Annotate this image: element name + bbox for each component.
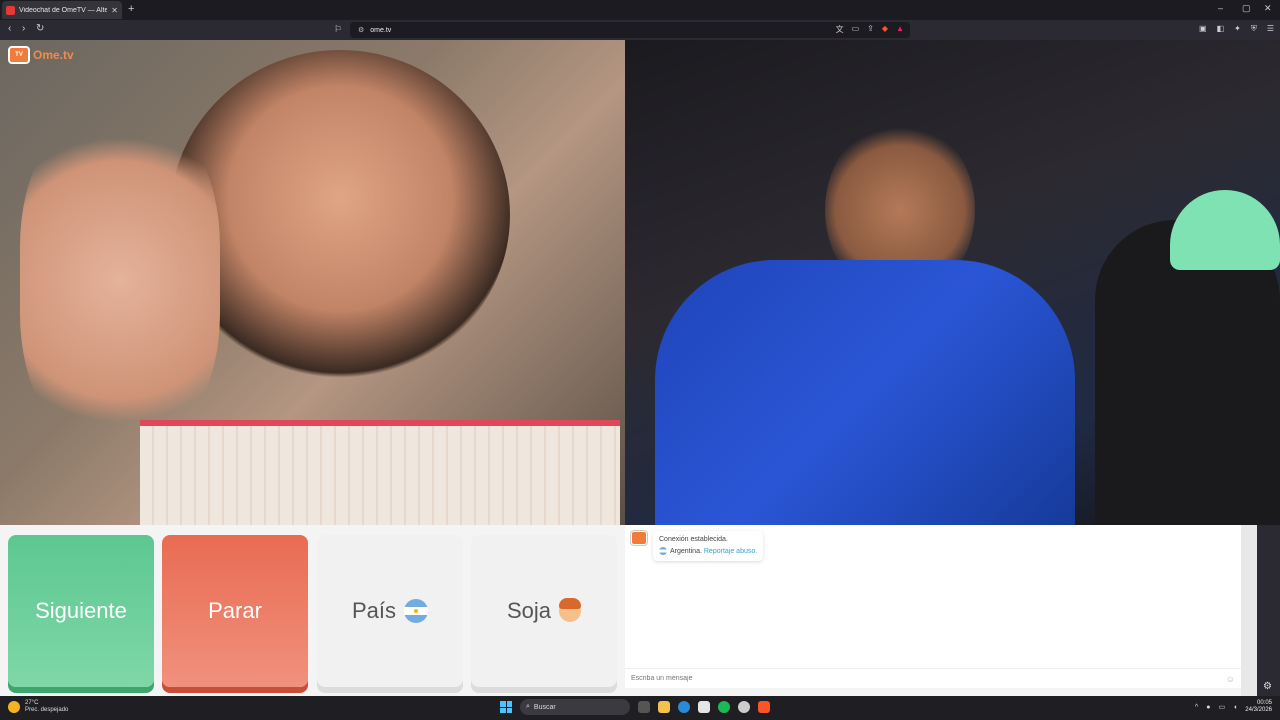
forward-icon[interactable]: › xyxy=(22,23,25,34)
tray-chevron-icon[interactable]: ^ xyxy=(1195,704,1198,711)
extensions-icon[interactable]: ✦ xyxy=(1234,24,1241,34)
connection-status: Conexión establecida. xyxy=(659,536,728,543)
search-icon: ⌕ xyxy=(526,703,530,710)
brave-rewards-icon[interactable]: ▲ xyxy=(896,24,904,35)
stranger-clothing xyxy=(140,420,620,525)
spotify-icon[interactable] xyxy=(718,701,730,713)
browser-nav-bar: ‹ › ↻ ⚐ ⚙ ome.tv 文 ▭ ⇪ ◆ ▲ ▣ ◧ ✦ ⛨ ☰ xyxy=(0,20,1280,40)
stranger-face xyxy=(170,50,510,380)
country-label: País xyxy=(351,598,397,623)
argentina-flag-icon xyxy=(659,547,667,556)
time: 00:05 xyxy=(1256,700,1272,706)
boy-emoji-icon xyxy=(559,598,582,622)
weather-widget[interactable]: 27°C Prec. despejado xyxy=(8,700,68,714)
stop-label: Parar xyxy=(208,598,262,623)
url-text: ome.tv xyxy=(370,26,392,34)
country-filter-button[interactable]: País xyxy=(317,535,463,687)
brave-icon[interactable] xyxy=(758,701,770,713)
ometv-page: TV Ome.tv Siguiente Parar País Soja Cone… xyxy=(0,40,1280,696)
settings-gear-icon[interactable]: ⚙ xyxy=(1263,681,1272,692)
self-jersey xyxy=(655,260,1075,525)
stop-button[interactable]: Parar xyxy=(162,535,308,687)
weather-text: Prec. despejado xyxy=(25,707,69,713)
new-tab-button[interactable]: + xyxy=(128,3,134,15)
system-message: Conexión establecida. Argentina. Reporta… xyxy=(631,531,764,561)
address-bar[interactable]: ⚐ ⚙ ome.tv 文 ▭ ⇪ ◆ ▲ xyxy=(334,22,910,38)
stranger-hand xyxy=(20,110,220,450)
windows-taskbar: 27°C Prec. despejado ⌕ Buscar ^ ● ▭ ◖ 00… xyxy=(0,696,1280,720)
emoji-icon[interactable]: ☺ xyxy=(1226,674,1235,684)
sun-icon xyxy=(8,701,20,713)
site-info-icon[interactable]: ⚙ xyxy=(358,26,364,34)
sidebar-icon[interactable]: ◧ xyxy=(1217,24,1225,34)
network-icon[interactable]: ▭ xyxy=(1218,703,1225,711)
file-explorer-icon[interactable] xyxy=(658,701,670,713)
logo-text: Ome.tv xyxy=(33,48,74,62)
vpn-icon[interactable]: ⛨ xyxy=(1251,24,1257,34)
taskbar-search[interactable]: ⌕ Buscar xyxy=(520,699,630,715)
self-video xyxy=(625,40,1280,525)
argentina-flag-icon xyxy=(404,599,429,623)
clock[interactable]: 00:05 24/3/2026 xyxy=(1245,700,1272,714)
stranger-country: Argentina. xyxy=(670,548,702,555)
microphone-icon[interactable]: ● xyxy=(1206,704,1210,711)
next-label: Siguiente xyxy=(35,598,127,623)
tab-title: Videochat de OmeTV — Alte xyxy=(19,6,108,14)
temperature: 27°C xyxy=(25,700,39,706)
close-window-icon[interactable]: ✕ xyxy=(1264,3,1272,14)
cast-icon[interactable]: ▭ xyxy=(852,24,860,35)
edge-icon[interactable] xyxy=(678,701,690,713)
scrollbar[interactable] xyxy=(1241,525,1257,696)
stranger-video: TV Ome.tv xyxy=(0,40,625,525)
share-icon[interactable]: ⇪ xyxy=(867,24,874,35)
page-scrollbar-area: ⚙ xyxy=(1241,525,1280,696)
task-view-icon[interactable] xyxy=(638,701,650,713)
menu-icon[interactable]: ☰ xyxy=(1267,24,1274,34)
message-input[interactable] xyxy=(631,675,1226,682)
youtube-favicon-icon xyxy=(6,5,15,15)
bookmark-icon[interactable]: ⚐ xyxy=(334,24,342,35)
report-abuse-link[interactable]: Reportaje abuso. xyxy=(704,548,757,555)
tab-ometv[interactable]: Videochat de OmeTV — Alte ✕ xyxy=(2,1,122,19)
ometv-avatar-icon xyxy=(631,531,647,545)
stranger-country-line: Argentina. Reportaje abuso. xyxy=(659,546,757,558)
chat-input-bar: ☺ xyxy=(625,668,1241,688)
wallet-icon[interactable]: ▣ xyxy=(1199,24,1207,34)
back-icon[interactable]: ‹ xyxy=(8,23,11,34)
start-icon[interactable] xyxy=(500,701,512,713)
gender-label: Soja xyxy=(506,598,552,623)
translate-icon[interactable]: 文 xyxy=(836,24,844,35)
chat-panel: Conexión establecida. Argentina. Reporta… xyxy=(625,525,1241,688)
system-bubble: Conexión establecida. Argentina. Reporta… xyxy=(653,531,764,561)
gender-filter-button[interactable]: Soja xyxy=(471,535,617,687)
date: 24/3/2026 xyxy=(1245,707,1272,713)
reload-icon[interactable]: ↻ xyxy=(36,23,44,34)
minimize-icon[interactable]: – xyxy=(1218,3,1223,13)
restore-icon[interactable]: ▢ xyxy=(1242,3,1251,14)
store-icon[interactable] xyxy=(698,701,710,713)
browser-tab-bar: Videochat de OmeTV — Alte ✕ + – ▢ ✕ xyxy=(0,0,1280,20)
obs-icon[interactable] xyxy=(738,701,750,713)
ometv-logo[interactable]: TV Ome.tv xyxy=(8,46,74,64)
volume-icon[interactable]: ◖ xyxy=(1233,704,1237,711)
search-label: Buscar xyxy=(533,703,556,711)
next-button[interactable]: Siguiente xyxy=(8,535,154,687)
close-tab-icon[interactable]: ✕ xyxy=(111,6,118,15)
green-cap xyxy=(1170,190,1280,270)
brave-shield-icon[interactable]: ◆ xyxy=(882,24,888,35)
tv-logo-icon: TV xyxy=(8,46,30,64)
